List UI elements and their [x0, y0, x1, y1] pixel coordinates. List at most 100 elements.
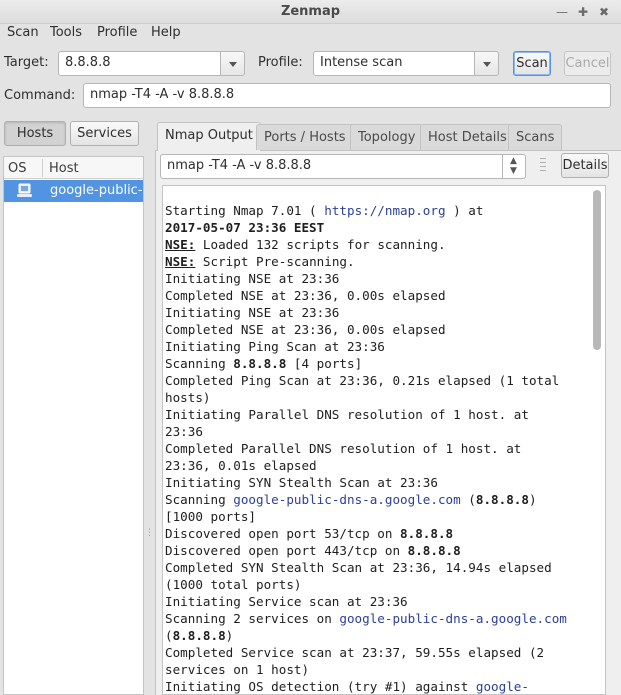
menu-scan[interactable]: Scan: [7, 25, 39, 40]
output-line: hosts): [165, 389, 605, 406]
output-text: [1000 ports]: [165, 509, 256, 524]
tab-ports-hosts[interactable]: Ports / Hosts: [256, 124, 354, 150]
output-text: (: [460, 492, 476, 507]
output-text: Completed SYN Stealth Scan at 23:36, 14.…: [165, 560, 552, 575]
output-link[interactable]: https://nmap.org: [324, 203, 445, 218]
output-text: ): [225, 628, 234, 643]
output-text: 8.8.8.8: [233, 356, 287, 371]
output-text: Completed Parallel DNS resolution of 1 h…: [165, 441, 522, 456]
output-scrollbar[interactable]: [591, 190, 603, 695]
menu-profile[interactable]: Profile: [97, 25, 137, 40]
command-history-select[interactable]: nmap -T4 -A -v 8.8.8.8: [160, 154, 503, 179]
profile-label: Profile:: [258, 55, 303, 70]
output-line: Starting Nmap 7.01 ( https://nmap.org ) …: [165, 202, 605, 219]
computer-icon: [17, 183, 32, 197]
nmap-output-text[interactable]: Starting Nmap 7.01 ( https://nmap.org ) …: [162, 185, 606, 695]
output-text: Loaded 132 scripts for scanning.: [195, 237, 446, 252]
maximize-icon[interactable]: ✚: [574, 3, 592, 21]
chevron-down-icon: [483, 62, 491, 67]
output-text: Initiating NSE at 23:36: [165, 271, 340, 286]
host-list-header: OS Host: [4, 157, 143, 179]
command-history-stepper[interactable]: ▲ ▼: [502, 154, 526, 179]
output-text: 8.8.8.8: [400, 526, 454, 541]
chevron-down-icon: [229, 62, 237, 67]
output-text: Completed Ping Scan at 23:36, 0.21s elap…: [165, 373, 560, 388]
output-lines: Starting Nmap 7.01 ( https://nmap.org ) …: [163, 186, 605, 694]
output-text: Completed Service scan at 23:37, 59.55s …: [165, 645, 545, 660]
menu-tools[interactable]: Tools: [50, 25, 82, 40]
scrollbar-thumb[interactable]: [593, 190, 601, 350]
chevron-down-icon: ▼: [510, 166, 517, 176]
scan-button[interactable]: Scan: [513, 51, 551, 76]
output-line: 23:36: [165, 423, 605, 440]
services-button[interactable]: Services: [70, 121, 139, 146]
tab-scans[interactable]: Scans: [508, 124, 563, 150]
profile-select[interactable]: Intense scan: [313, 51, 475, 76]
output-line: Completed NSE at 23:36, 0.00s elapsed: [165, 321, 605, 338]
output-line: Scanning google-public-dns-a.google.com …: [165, 491, 605, 508]
close-icon[interactable]: ✖: [595, 3, 613, 21]
output-line: Initiating OS detection (try #1) against…: [165, 678, 605, 694]
output-text: services on 1 host): [165, 662, 310, 677]
output-text: hosts): [165, 390, 211, 405]
minimize-icon[interactable]: —: [553, 3, 571, 21]
command-input[interactable]: nmap -T4 -A -v 8.8.8.8: [83, 83, 611, 108]
output-line: services on 1 host): [165, 661, 605, 678]
output-text: NSE:: [165, 237, 196, 252]
command-label: Command:: [4, 88, 76, 103]
output-text: Script Pre-scanning.: [195, 254, 355, 269]
output-text: Discovered open port 53/tcp on: [165, 526, 401, 541]
output-text: 8.8.8.8: [407, 543, 461, 558]
window-title: Zenmap: [280, 4, 341, 19]
host-row[interactable]: google-public-dns-a.google.com: [4, 180, 143, 202]
output-text: Initiating SYN Stealth Scan at 23:36: [165, 475, 438, 490]
output-link[interactable]: google-public-dns-a.google.com: [233, 492, 460, 507]
output-line: Initiating NSE at 23:36: [165, 270, 605, 287]
menu-help[interactable]: Help: [151, 25, 181, 40]
output-line: Completed NSE at 23:36, 0.00s elapsed: [165, 287, 605, 304]
chevron-up-icon: ▲: [510, 156, 517, 166]
output-text: 23:36, 0.01s elapsed: [165, 458, 317, 473]
output-line: Discovered open port 53/tcp on 8.8.8.8: [165, 525, 605, 542]
output-line: Completed Service scan at 23:37, 59.55s …: [165, 644, 605, 661]
details-button[interactable]: Details: [561, 153, 609, 178]
target-label: Target:: [4, 55, 49, 70]
output-link[interactable]: google-public-dns-a.google.com: [339, 611, 566, 626]
output-line: Discovered open port 443/tcp on 8.8.8.8: [165, 542, 605, 559]
output-text: Scanning: [165, 356, 234, 371]
output-line: NSE: Loaded 132 scripts for scanning.: [165, 236, 605, 253]
target-dropdown-button[interactable]: [220, 51, 245, 76]
tab-topology[interactable]: Topology: [350, 124, 424, 150]
output-text: [4 ports]: [286, 356, 363, 371]
output-line: Completed Ping Scan at 23:36, 0.21s elap…: [165, 372, 605, 389]
output-text: Completed NSE at 23:36, 0.00s elapsed: [165, 322, 446, 337]
toolbar-grip-icon: [540, 158, 546, 174]
tab-host-details[interactable]: Host Details: [420, 124, 515, 150]
title-bar: Zenmap — ✚ ✖: [0, 0, 621, 24]
tab-nmap-output[interactable]: Nmap Output: [157, 122, 261, 151]
column-header-host[interactable]: Host: [49, 161, 79, 176]
output-line: Initiating Parallel DNS resolution of 1 …: [165, 406, 605, 423]
profile-dropdown-button[interactable]: [474, 51, 499, 76]
cancel-button[interactable]: Cancel: [564, 51, 611, 76]
pane-splitter-handle[interactable]: ⋮: [145, 529, 154, 544]
output-link[interactable]: google-: [476, 679, 529, 694]
output-text: ) at: [445, 203, 484, 218]
column-header-os[interactable]: OS: [8, 161, 26, 176]
output-text: Initiating Parallel DNS resolution of 1 …: [165, 407, 529, 422]
output-text: Initiating OS detection (try #1) against: [165, 679, 476, 694]
output-line: Initiating Ping Scan at 23:36: [165, 338, 605, 355]
output-text: Scanning 2 services on: [165, 611, 340, 626]
output-line: Initiating Service scan at 23:36: [165, 593, 605, 610]
host-list: OS Host google-public-dns-a.google.com: [3, 156, 144, 695]
output-line: (1000 total ports): [165, 576, 605, 593]
output-line: 23:36, 0.01s elapsed: [165, 457, 605, 474]
output-text: (: [165, 628, 173, 643]
output-line: [1000 ports]: [165, 508, 605, 525]
host-name: google-public-dns-a.google.com: [50, 183, 143, 198]
hosts-button[interactable]: Hosts: [4, 121, 66, 146]
output-text: 23:36: [165, 424, 203, 439]
target-input[interactable]: 8.8.8.8: [58, 51, 221, 76]
output-text: ): [528, 492, 537, 507]
output-text: 2017-05-07 23:36 EEST: [165, 220, 325, 235]
